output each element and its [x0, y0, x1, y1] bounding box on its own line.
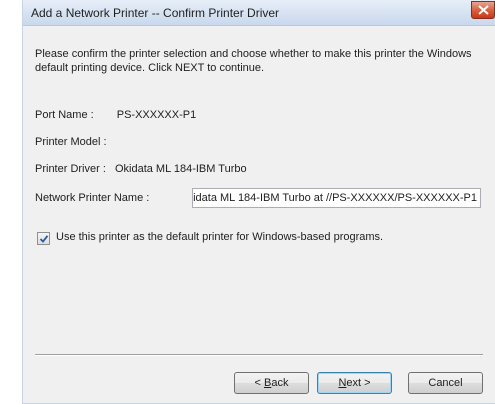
- printer-driver-value: Okidata ML 184-IBM Turbo: [114, 163, 247, 175]
- dialog-content: Please confirm the printer selection and…: [23, 26, 495, 403]
- default-printer-checkbox[interactable]: [37, 232, 50, 245]
- intro-text: Please confirm the printer selection and…: [35, 48, 472, 74]
- printer-driver-label: Printer Driver :: [35, 163, 106, 175]
- port-name-label: Port Name :: [35, 109, 94, 121]
- footer-separator: [35, 354, 483, 356]
- window-title: Add a Network Printer -- Confirm Printer…: [31, 6, 280, 20]
- network-printer-name-label: Network Printer Name :: [35, 192, 150, 204]
- port-name-value: PS-XXXXXX-P1: [116, 109, 197, 121]
- back-button-suffix: ack: [271, 377, 289, 389]
- next-button[interactable]: Next >: [317, 372, 392, 394]
- close-icon: [478, 5, 489, 15]
- checkmark-icon: [39, 235, 49, 243]
- port-name-row: Port Name : PS-XXXXXX-P1: [35, 109, 196, 121]
- title-bar: Add a Network Printer -- Confirm Printer…: [23, 0, 495, 26]
- next-button-suffix: ext >: [346, 377, 371, 389]
- network-printer-name-value: Okidata ML 184-IBM Turbo at //PS-XXXXXX/…: [192, 192, 477, 204]
- add-network-printer-dialog: Add a Network Printer -- Confirm Printer…: [22, 0, 495, 404]
- close-button[interactable]: [471, 1, 495, 19]
- printer-model-row: Printer Model :: [35, 136, 117, 148]
- cancel-button[interactable]: Cancel: [408, 372, 483, 394]
- default-printer-checkbox-label[interactable]: Use this printer as the default printer …: [56, 231, 383, 243]
- back-button-prefix: <: [254, 377, 264, 389]
- network-printer-name-field[interactable]: Okidata ML 184-IBM Turbo at //PS-XXXXXX/…: [192, 188, 481, 208]
- printer-driver-row: Printer Driver : Okidata ML 184-IBM Turb…: [35, 163, 247, 175]
- back-button[interactable]: < Back: [234, 372, 309, 394]
- printer-model-label: Printer Model :: [35, 136, 107, 148]
